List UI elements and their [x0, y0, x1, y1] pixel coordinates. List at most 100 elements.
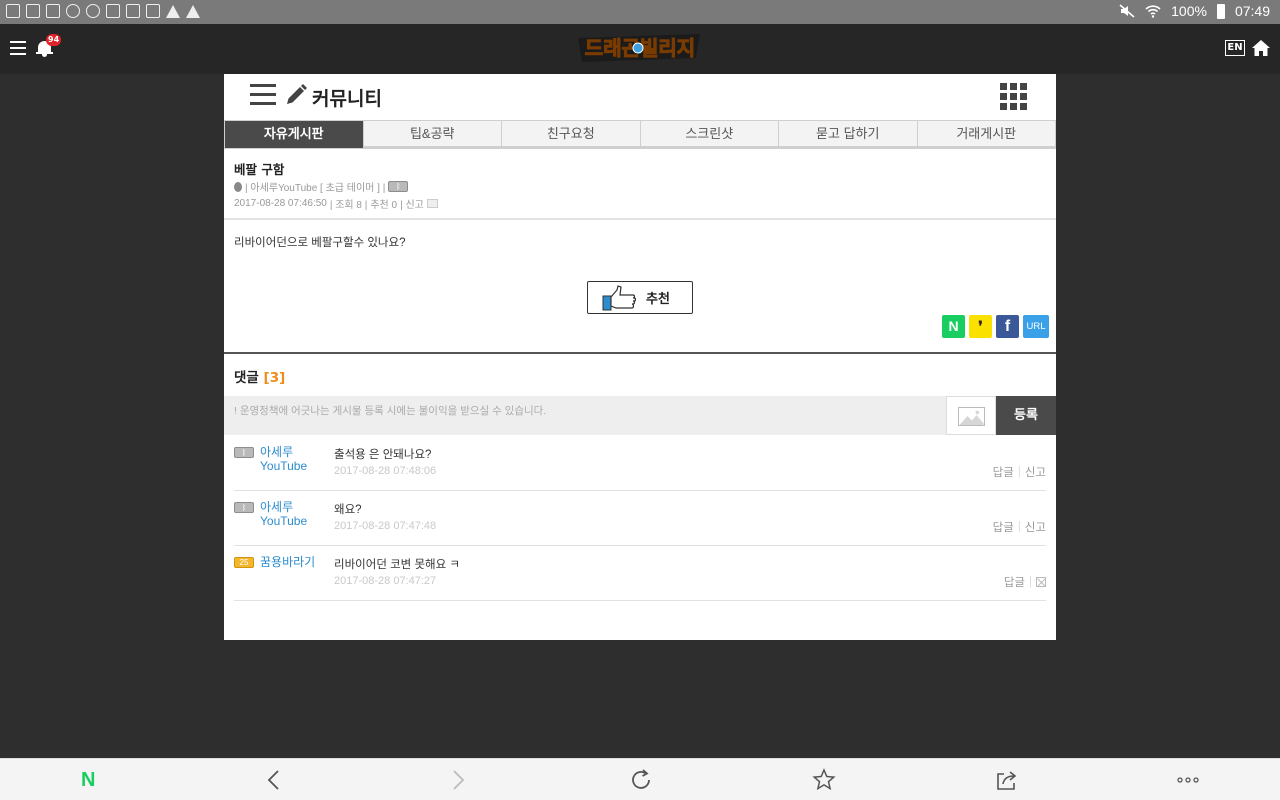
tab-screenshot[interactable]: 스크린샷 — [640, 121, 778, 148]
grid-menu-icon[interactable] — [1000, 83, 1027, 110]
comment-text: 왜요? — [334, 504, 362, 516]
notification-badge: 94 — [46, 34, 62, 46]
share-naver-button[interactable]: N — [942, 315, 965, 338]
tab-friend-request[interactable]: 친구요청 — [502, 121, 640, 148]
share-facebook-button[interactable]: f — [996, 315, 1019, 338]
comment-item: ᛒ 아세루YouTube 출석용 은 안돼나요? 2017-08-28 07:4… — [234, 436, 1046, 491]
sim-icon — [6, 4, 20, 18]
notification-icons — [6, 4, 200, 18]
post-author[interactable]: | 아세루YouTube [ 초급 테이머 ] | — [245, 179, 385, 194]
community-title: 커뮤니티 — [312, 88, 382, 110]
level-badge-icon: ᛒ — [234, 502, 254, 513]
menu-icon[interactable] — [10, 41, 26, 55]
comment-submit-button[interactable]: 등록 — [996, 396, 1056, 435]
dragon-village-logo[interactable]: 드래곤빌리지 — [576, 32, 704, 64]
comment-actions: 답글 | 신고 — [992, 519, 1046, 535]
battery-icon — [1216, 3, 1225, 19]
share-kakao-button[interactable]: ❜ — [969, 315, 992, 338]
post-views: | 조회 8 | — [329, 200, 368, 211]
home-outline-icon — [26, 4, 40, 18]
recommend-button[interactable]: 추천 — [587, 281, 693, 314]
report-icon[interactable] — [426, 199, 438, 208]
wifi-icon — [1145, 5, 1161, 18]
comment-text: 리바이어던 코변 못해요 ㅋ — [334, 559, 460, 571]
tab-tips[interactable]: 팁&공략 — [363, 121, 501, 148]
system-status: 100% 07:49 — [1119, 3, 1270, 19]
warning-icon — [166, 4, 180, 18]
divider — [224, 352, 1056, 354]
report-button[interactable]: 신고 — [1025, 464, 1046, 480]
post-title: 베팔 구함 — [234, 162, 285, 177]
share-url-button[interactable]: URL — [1023, 315, 1049, 338]
comment-user[interactable]: 아세루YouTube — [260, 500, 338, 528]
bookmark-star-icon[interactable] — [812, 768, 836, 792]
delete-icon[interactable] — [1036, 577, 1046, 587]
back-icon[interactable] — [262, 768, 286, 792]
comment-actions: 답글 | — [1004, 574, 1046, 590]
comment-text: 출석용 은 안돼나요? — [334, 449, 432, 461]
post-recommends: 추천 0 — [370, 200, 398, 211]
content-panel: 커뮤니티 자유게시판 팁&공략 친구요청 스크린샷 묻고 답하기 거래게시판 베… — [224, 74, 1056, 640]
more-options-icon[interactable] — [1176, 768, 1200, 792]
egg-icon — [234, 181, 242, 192]
board-tabs: 자유게시판 팁&공략 친구요청 스크린샷 묻고 답하기 거래게시판 — [224, 120, 1056, 149]
post-header: 베팔 구함 | 아세루YouTube [ 초급 테이머 ] | ᛒ 2017-0… — [224, 150, 1056, 220]
reply-button[interactable]: 답글 — [1004, 574, 1025, 590]
comment-actions: 답글 | 신고 — [992, 464, 1046, 480]
comment-input[interactable]: ! 운영정책에 어긋나는 게시물 등록 시에는 불이익을 받으실 수 있습니다. — [234, 403, 546, 418]
warning-icon — [186, 4, 200, 18]
tab-trade[interactable]: 거래게시판 — [917, 121, 1055, 148]
community-menu-icon[interactable] — [250, 84, 276, 106]
level-badge-icon: ᛒ — [388, 181, 409, 192]
image-icon — [146, 4, 160, 18]
comment-time: 2017-08-28 07:47:48 — [334, 520, 437, 532]
share-buttons: N ❜ f URL — [942, 315, 1049, 338]
forward-icon[interactable] — [446, 768, 470, 792]
post-body: 리바이어던으로 베팔구할수 있나요? — [234, 237, 406, 249]
tab-qna[interactable]: 묻고 답하기 — [779, 121, 917, 148]
comments-heading: 댓글 [3] — [234, 366, 285, 386]
post-report-link[interactable]: | 신고 — [400, 196, 424, 211]
comments-count: [3] — [263, 370, 286, 386]
reply-button[interactable]: 답글 — [993, 464, 1014, 480]
comment-time: 2017-08-28 07:48:06 — [334, 465, 437, 477]
reply-button[interactable]: 답글 — [993, 519, 1014, 535]
youtube-icon — [126, 4, 140, 18]
comment-item: 25 꿈용바라기 리바이어던 코변 못해요 ㅋ 2017-08-28 07:47… — [234, 546, 1046, 601]
comment-user[interactable]: 꿈용바라기 — [260, 555, 338, 569]
post-date: 2017-08-28 07:46:50 — [234, 198, 327, 209]
pencil-icon[interactable] — [284, 83, 308, 107]
post-author-line: | 아세루YouTube [ 초급 테이머 ] | ᛒ — [234, 179, 409, 194]
camera-icon — [46, 4, 60, 18]
attach-image-button[interactable] — [946, 396, 996, 435]
status-bar: 100% 07:49 — [0, 0, 1280, 24]
comment-item: ᛒ 아세루YouTube 왜요? 2017-08-28 07:47:48 답글 … — [234, 491, 1046, 546]
post-meta: 2017-08-28 07:46:50 | 조회 8 | 추천 0 | 신고 — [234, 196, 438, 211]
clock: 07:49 — [1234, 3, 1270, 19]
tab-free-board[interactable]: 자유게시판 — [225, 121, 363, 148]
broom-icon — [66, 4, 80, 18]
chat-icon — [86, 4, 100, 18]
level-badge-icon: ᛒ — [234, 447, 254, 458]
recommend-label: 추천 — [646, 292, 670, 307]
app-header: 94 드래곤빌리지 EN — [0, 24, 1280, 74]
notification-bell-icon[interactable]: 94 — [36, 34, 62, 59]
refresh-icon[interactable] — [629, 768, 653, 792]
comment-time: 2017-08-28 07:47:27 — [334, 575, 437, 587]
thumbs-up-icon — [602, 284, 636, 310]
comment-user[interactable]: 아세루YouTube — [260, 445, 338, 473]
share-icon[interactable] — [995, 768, 1019, 792]
level-badge-icon: 25 — [234, 557, 254, 568]
youtube-icon — [106, 4, 120, 18]
naver-home-icon[interactable]: N — [81, 769, 95, 792]
comments-label: 댓글 — [234, 370, 259, 386]
language-button[interactable]: EN — [1225, 40, 1245, 56]
home-icon[interactable] — [1251, 39, 1271, 57]
community-header: 커뮤니티 — [224, 74, 1056, 120]
comment-write-box: ! 운영정책에 어긋나는 게시물 등록 시에는 불이익을 받으실 수 있습니다.… — [224, 396, 1056, 435]
report-button[interactable]: 신고 — [1025, 519, 1046, 535]
mute-icon — [1119, 4, 1135, 18]
image-icon — [958, 407, 985, 426]
browser-toolbar: N — [0, 758, 1280, 800]
battery-percent: 100% — [1171, 3, 1207, 19]
